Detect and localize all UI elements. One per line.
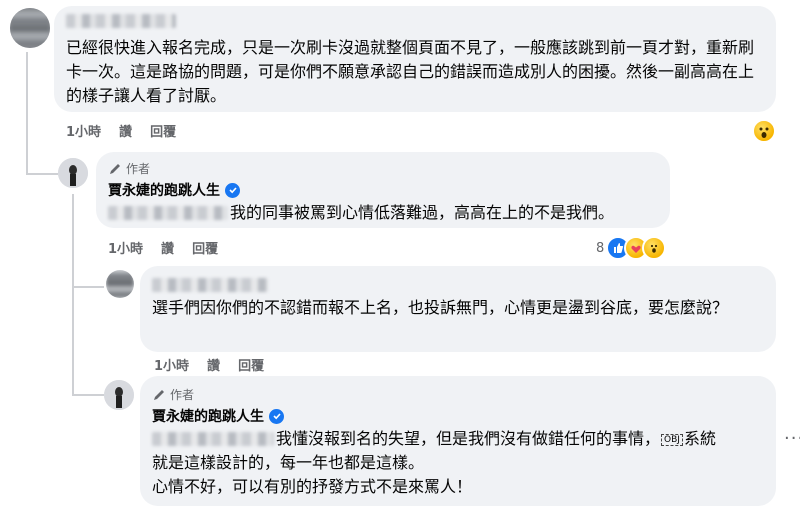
- comment-actions: 1小時 讚 回覆: [154, 355, 264, 374]
- reply-text: 我的同事被罵到心情低落難過，高高在上的不是我們。: [230, 203, 615, 222]
- thread-line: [26, 173, 58, 175]
- redacted-mention: [108, 206, 228, 220]
- wow-reaction-icon: [642, 236, 667, 260]
- reply-text-line3: 心情不好，可以有別的抒發方式不是來罵人！: [152, 477, 473, 496]
- thread-line: [72, 394, 104, 396]
- user-avatar[interactable]: [10, 8, 50, 48]
- comment-time[interactable]: 1小時: [66, 121, 101, 140]
- verified-badge-icon: [225, 182, 240, 198]
- reply-text-line2: 就是這樣設計的，每一年也都是這樣。: [152, 453, 425, 472]
- comment-time[interactable]: 1小時: [108, 238, 143, 257]
- reaction-count: 8: [596, 240, 605, 256]
- verified-badge-icon: [269, 408, 284, 424]
- obj-placeholder-icon: OBJ: [661, 433, 683, 446]
- more-options-icon[interactable]: ···: [784, 428, 800, 449]
- thread-line: [72, 194, 74, 394]
- comment-bubble: 已經很快進入報名完成，只是一次刷卡沒過就整個頁面不見了，一般應該跳到前一頁才對，…: [54, 6, 776, 112]
- reply-actions: 1小時 讚 回覆: [108, 238, 218, 257]
- like-button[interactable]: 讚: [119, 121, 132, 140]
- comment-time[interactable]: 1小時: [154, 355, 189, 374]
- redacted-username: [152, 278, 268, 292]
- author-reply-bubble: 作者 賈永婕的跑跳人生 我懂沒報到名的失望，但是我們沒有做錯任何的事情， OBJ 系…: [140, 376, 776, 506]
- comment-text: 已經很快進入報名完成，只是一次刷卡沒過就整個頁面不見了，一般應該跳到前一頁才對，…: [66, 38, 755, 105]
- reply-button[interactable]: 回覆: [150, 121, 176, 140]
- reply-button[interactable]: 回覆: [238, 355, 264, 374]
- comment-text: 選手們因你們的不認錯而報不上名，也投訴無門，心情更是盪到谷底，要怎麼說？: [152, 298, 729, 317]
- reply-text-line1: 我懂沒報到名的失望，但是我們沒有做錯任何的事情， OBJ 系統: [276, 429, 716, 448]
- author-name[interactable]: 賈永婕的跑跳人生: [108, 180, 240, 200]
- author-tag-label: 作者: [126, 162, 151, 176]
- comment-bubble: 選手們因你們的不認錯而報不上名，也投訴無門，心情更是盪到谷底，要怎麼說？: [140, 266, 776, 352]
- like-button[interactable]: 讚: [161, 238, 174, 257]
- author-name[interactable]: 賈永婕的跑跳人生: [152, 406, 284, 426]
- author-reply-bubble: 作者 賈永婕的跑跳人生 我的同事被罵到心情低落難過，高高在上的不是我們。: [96, 152, 670, 228]
- author-badge: 作者: [108, 160, 150, 177]
- author-tag-label: 作者: [170, 388, 195, 402]
- author-avatar[interactable]: [58, 158, 88, 188]
- user-avatar[interactable]: [106, 270, 134, 298]
- thread-line: [26, 52, 28, 175]
- redacted-username: [66, 14, 176, 28]
- reaction-summary[interactable]: 8: [596, 236, 667, 260]
- pencil-icon: [110, 163, 120, 174]
- like-button[interactable]: 讚: [207, 355, 220, 374]
- comment-actions: 1小時 讚 回覆: [66, 121, 176, 140]
- redacted-mention: [152, 432, 274, 446]
- thread-line: [72, 286, 104, 288]
- reply-button[interactable]: 回覆: [192, 238, 218, 257]
- author-avatar[interactable]: [104, 380, 134, 410]
- author-badge: 作者: [152, 386, 194, 403]
- wow-emoji-icon[interactable]: [752, 119, 776, 143]
- pencil-icon: [154, 389, 164, 400]
